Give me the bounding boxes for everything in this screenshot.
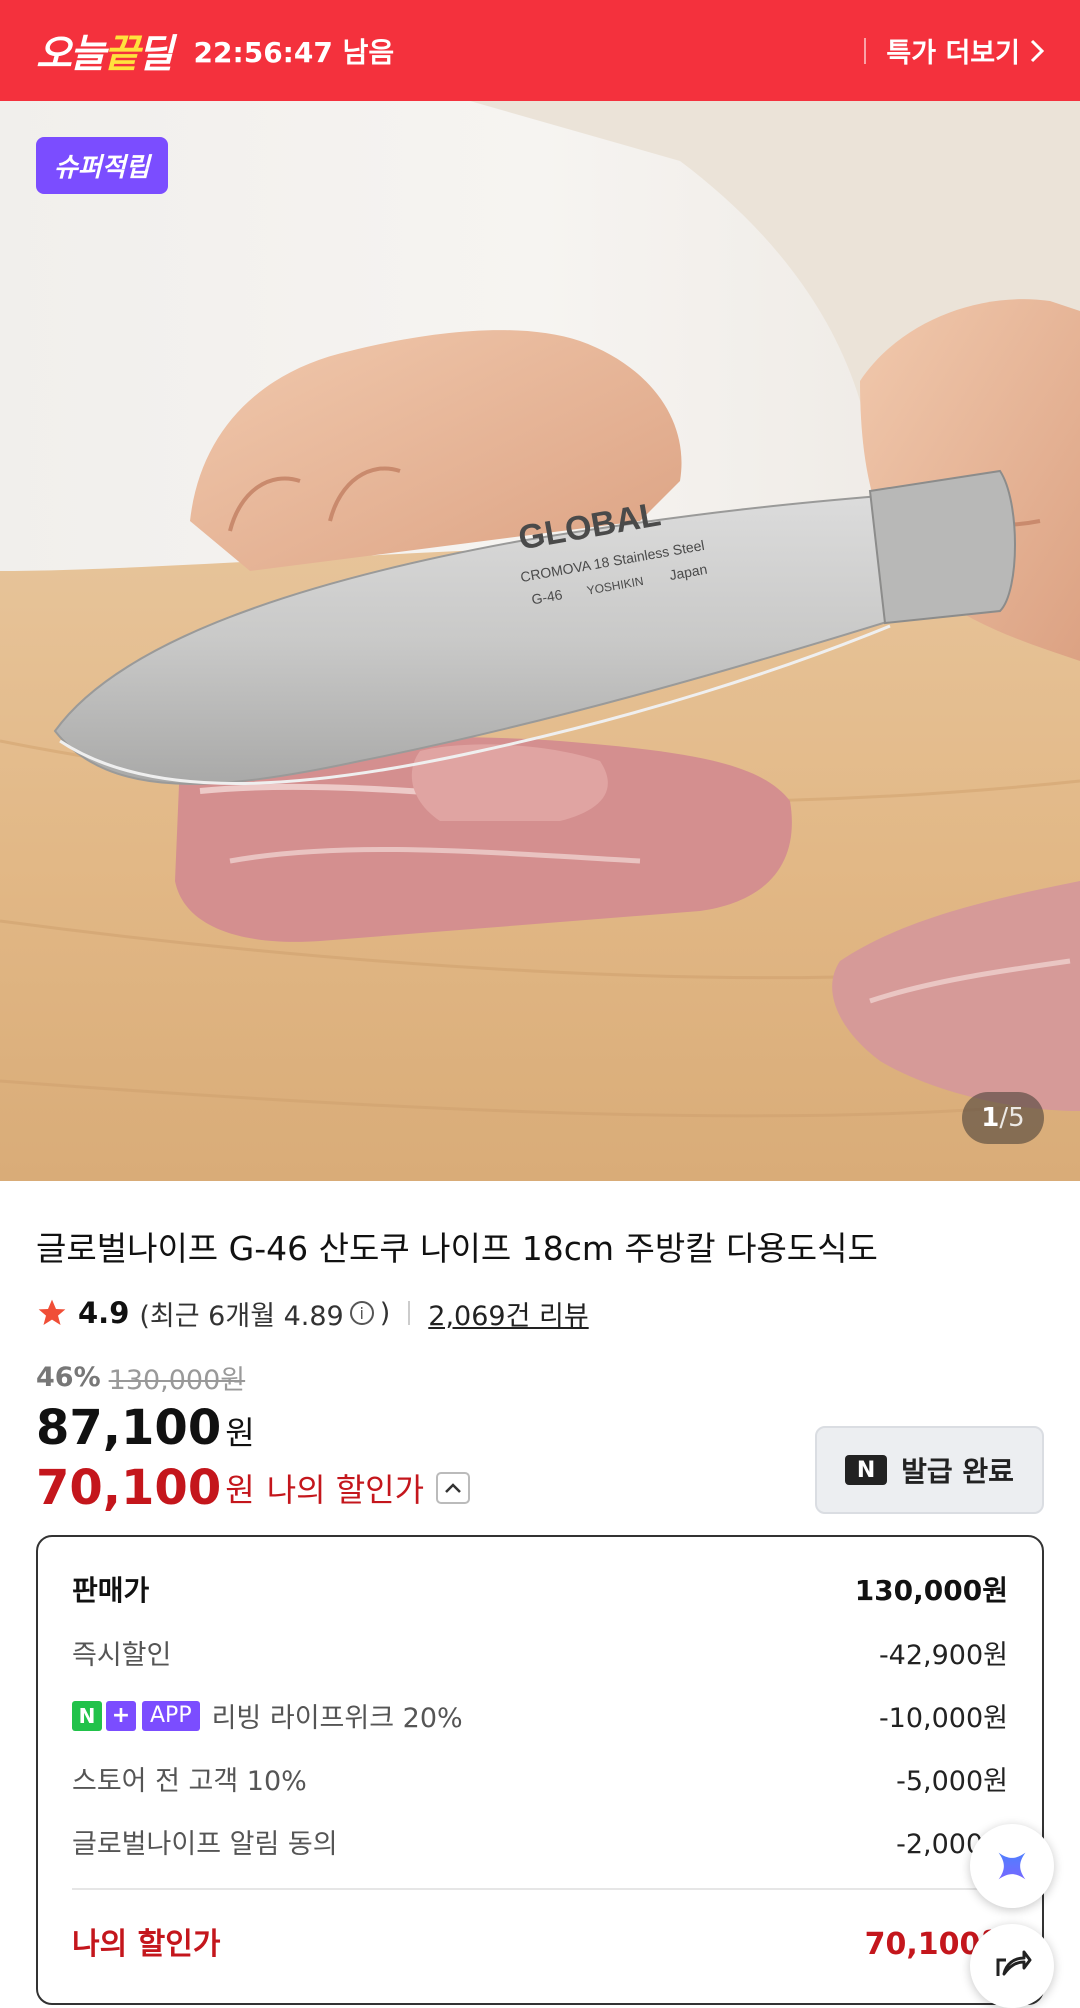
sale-price-unit: 원 <box>225 1414 255 1452</box>
collapse-toggle[interactable] <box>436 1472 471 1504</box>
naver-n-chip: N <box>72 1700 102 1731</box>
breakdown-value: 130,000원 <box>854 1574 1008 1607</box>
plus-chip: + <box>106 1700 136 1731</box>
breakdown-value: -5,000원 <box>896 1766 1008 1797</box>
coupon-issued-button[interactable]: N 발급 완료 <box>815 1426 1044 1514</box>
star-icon <box>38 1299 66 1325</box>
deal-banner[interactable]: 오늘끝딜 22:56:47 남음 특가 더보기 <box>0 0 1080 101</box>
breakdown-divider <box>72 1888 1008 1890</box>
coupon-issued-label: 발급 완료 <box>901 1455 1014 1488</box>
image-counter: 1/5 <box>962 1092 1044 1144</box>
discount-percent: 46% <box>36 1362 101 1393</box>
app-chip: APP <box>142 1700 200 1731</box>
rating-row: 4.9 (최근 6개월 4.89 i ) 2,069건 리뷰 <box>36 1291 589 1335</box>
breakdown-label: 리빙 라이프위크 20% <box>211 1703 463 1734</box>
rating-score: 4.9 <box>78 1296 130 1330</box>
discount-row: 46% 130,000원 <box>36 1358 245 1397</box>
recent-rating-close: ) <box>379 1297 391 1329</box>
breakdown-label: 판매가 <box>72 1574 150 1607</box>
sparkle-icon <box>998 1852 1026 1880</box>
breakdown-row: 판매가 130,000원 <box>72 1569 1008 1609</box>
breakdown-total-label: 나의 할인가 <box>72 1927 221 1962</box>
ai-assistant-button[interactable] <box>970 1824 1054 1908</box>
breakdown-value: -42,900원 <box>878 1640 1008 1671</box>
breakdown-row: 즉시할인 -42,900원 <box>72 1633 1008 1672</box>
my-price: 70,100 <box>36 1460 222 1516</box>
membership-chips: N + APP 리빙 라이프위크 20% <box>72 1696 463 1735</box>
breakdown-value: -10,000원 <box>878 1703 1008 1734</box>
rating-divider <box>408 1301 411 1325</box>
share-icon <box>996 1950 1032 1976</box>
breakdown-total-row: 나의 할인가 70,100원 <box>72 1919 1008 1963</box>
deal-logo: 오늘끝딜 <box>36 31 174 77</box>
breakdown-label: 즉시할인 <box>72 1640 172 1671</box>
share-button[interactable] <box>970 1924 1054 2008</box>
product-photo: GLOBAL CROMOVA 18 Stainless Steel G-46 Y… <box>0 101 1080 1181</box>
breakdown-row: 스토어 전 고객 10% -5,000원 <box>72 1759 1008 1798</box>
deal-more-label: 특가 더보기 <box>886 38 1020 69</box>
product-title: 글로벌나이프 G-46 산도쿠 나이프 18cm 주방칼 다용도식도 <box>36 1229 878 1268</box>
chevron-right-icon <box>1030 39 1045 62</box>
deal-divider <box>864 37 867 64</box>
breakdown-row: N + APP 리빙 라이프위크 20% -10,000원 <box>72 1696 1008 1735</box>
breakdown-label: 스토어 전 고객 10% <box>72 1766 307 1797</box>
my-price-label: 나의 할인가 <box>266 1471 425 1509</box>
breakdown-label: 글로벌나이프 알림 동의 <box>72 1829 338 1860</box>
breakdown-row: 글로벌나이프 알림 동의 -2,000원 <box>72 1822 1008 1861</box>
review-count-link[interactable]: 2,069건 리뷰 <box>428 1294 588 1333</box>
product-image-carousel[interactable]: GLOBAL CROMOVA 18 Stainless Steel G-46 Y… <box>0 101 1080 1181</box>
deal-more-link[interactable]: 특가 더보기 <box>864 0 1046 101</box>
sale-price-row: 87,100 원 <box>36 1400 255 1456</box>
my-price-unit: 원 <box>225 1471 255 1509</box>
deal-countdown: 22:56:47 남음 <box>193 35 395 69</box>
info-icon[interactable]: i <box>349 1301 374 1325</box>
chevron-up-icon <box>445 1483 461 1493</box>
my-price-row: 70,100 원 나의 할인가 <box>36 1460 471 1516</box>
naver-n-icon: N <box>845 1455 888 1485</box>
sale-price: 87,100 <box>36 1400 222 1456</box>
original-price: 130,000원 <box>108 1365 246 1396</box>
recent-rating: (최근 6개월 4.89 <box>139 1300 344 1332</box>
price-breakdown: 판매가 130,000원 즉시할인 -42,900원 N + APP 리빙 라이… <box>36 1535 1044 2005</box>
super-points-badge: 슈퍼적립 <box>36 137 168 194</box>
